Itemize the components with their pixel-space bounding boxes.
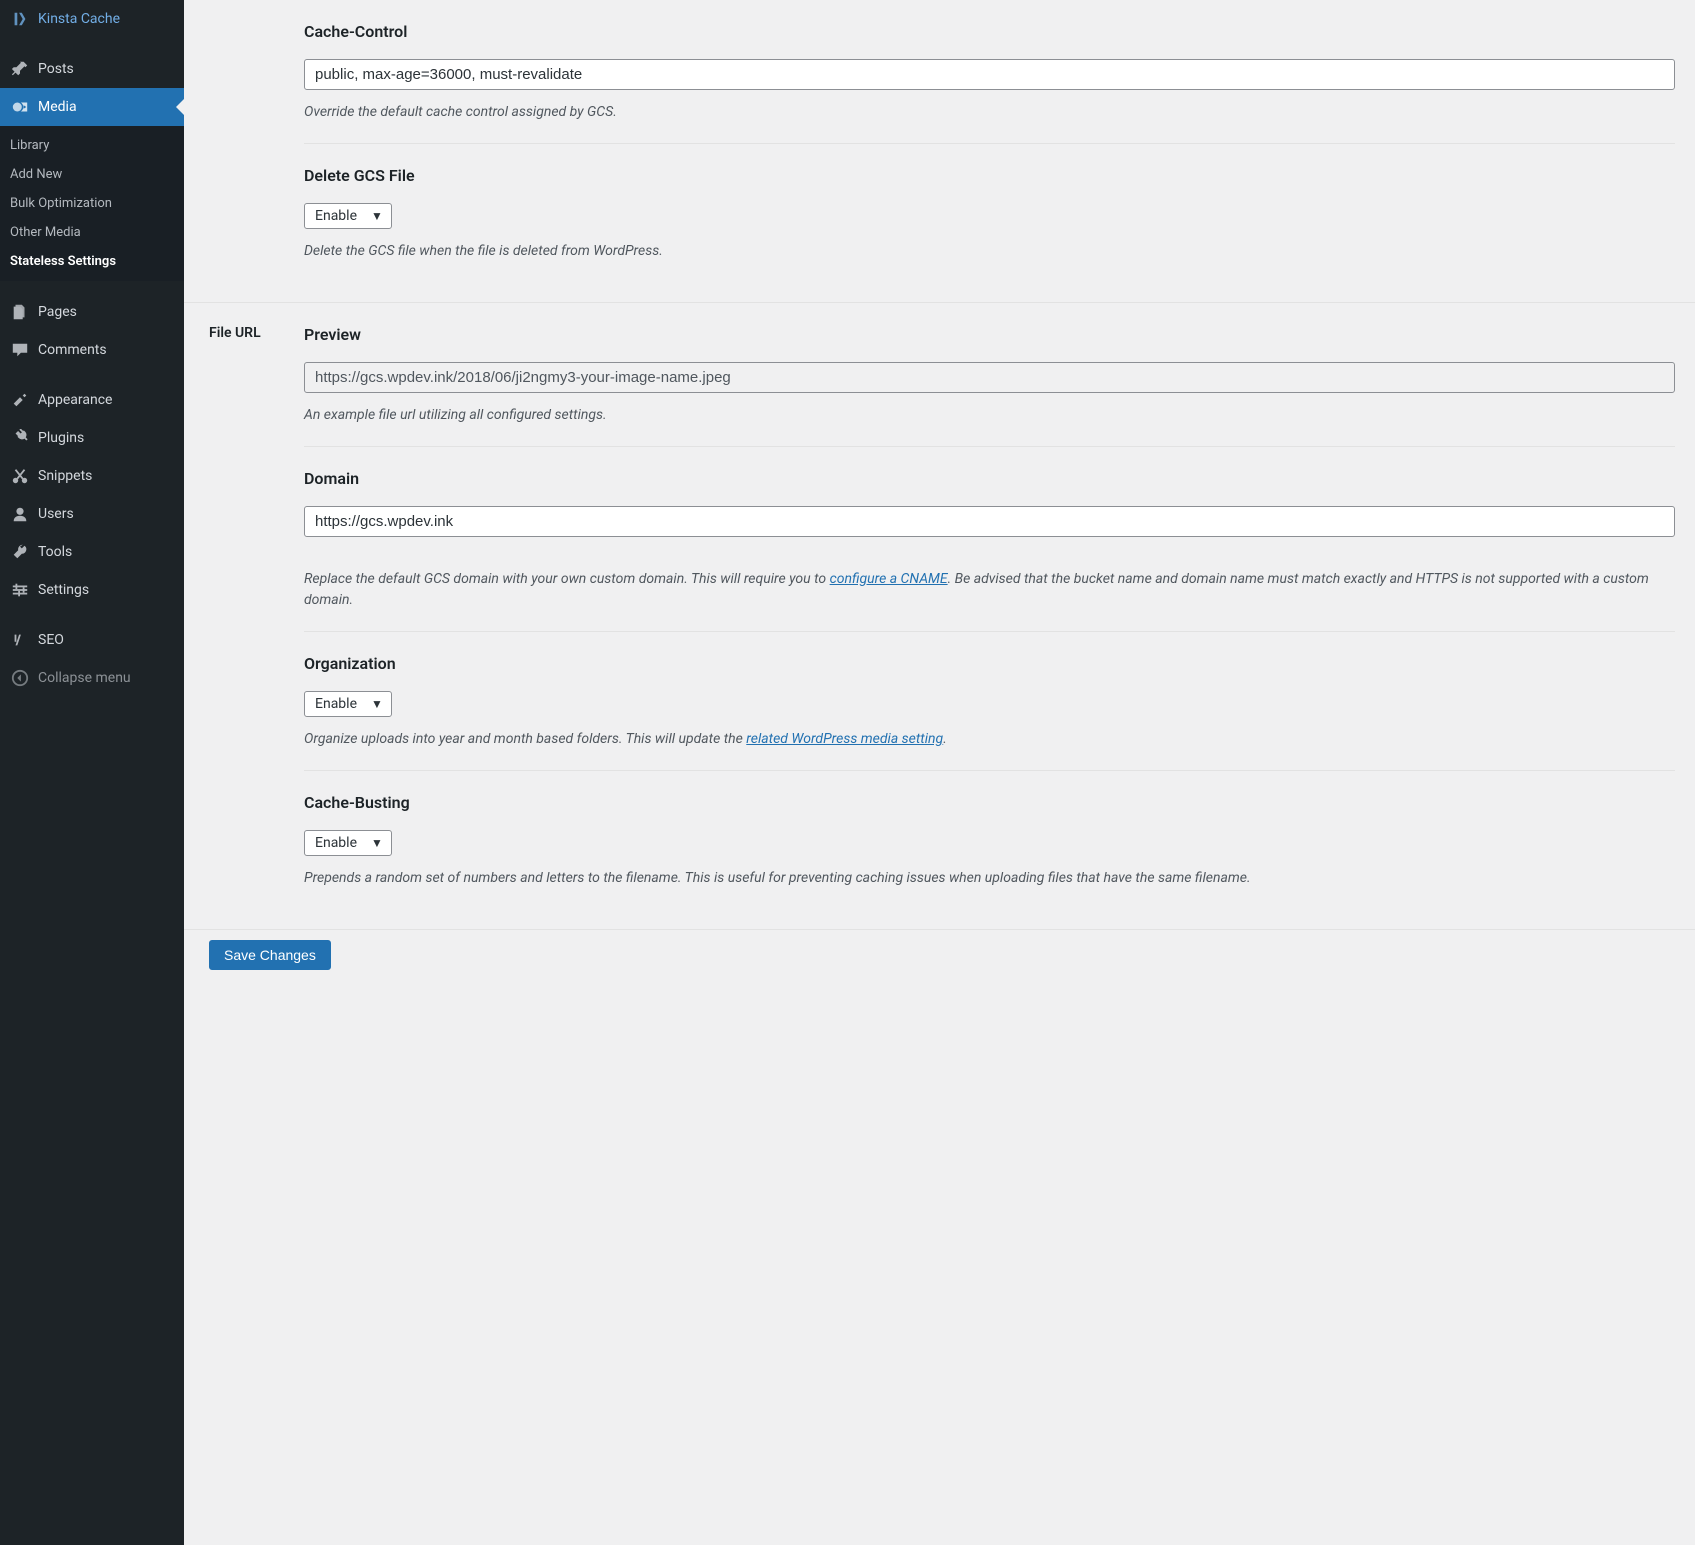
seo-icon bbox=[10, 630, 30, 650]
wp-media-setting-link[interactable]: related WordPress media setting bbox=[746, 731, 943, 747]
sidebar-item-label: Comments bbox=[38, 342, 107, 358]
submenu-item-other-media[interactable]: Other Media bbox=[0, 218, 184, 247]
collapse-icon bbox=[10, 668, 30, 688]
sidebar-item-tools[interactable]: Tools bbox=[0, 533, 184, 571]
users-icon bbox=[10, 504, 30, 524]
organization-desc: Organize uploads into year and month bas… bbox=[304, 729, 1675, 750]
tools-icon bbox=[10, 542, 30, 562]
section-divider bbox=[184, 929, 1695, 930]
section-label-file-url: File URL bbox=[209, 325, 304, 341]
domain-input[interactable] bbox=[304, 506, 1675, 537]
sidebar-item-label: Plugins bbox=[38, 430, 84, 446]
organization-header: Organization bbox=[304, 654, 1675, 673]
configure-cname-link[interactable]: configure a CNAME bbox=[830, 571, 948, 587]
sidebar-item-label: Pages bbox=[38, 304, 77, 320]
comments-icon bbox=[10, 340, 30, 360]
appearance-icon bbox=[10, 390, 30, 410]
preview-desc: An example file url utilizing all config… bbox=[304, 405, 1675, 426]
submenu-item-library[interactable]: Library bbox=[0, 131, 184, 160]
sidebar-item-settings[interactable]: Settings bbox=[0, 571, 184, 609]
select-value: Enable bbox=[315, 696, 357, 712]
sidebar-item-posts[interactable]: Posts bbox=[0, 50, 184, 88]
preview-input bbox=[304, 362, 1675, 393]
delete-gcs-select[interactable]: Enable ▼ bbox=[304, 203, 392, 229]
sidebar-item-appearance[interactable]: Appearance bbox=[0, 381, 184, 419]
media-submenu: Library Add New Bulk Optimization Other … bbox=[0, 126, 184, 281]
sidebar-item-label: SEO bbox=[38, 632, 64, 648]
chevron-down-icon: ▼ bbox=[371, 209, 383, 223]
sidebar-item-label: Media bbox=[38, 99, 77, 115]
sidebar-item-label: Users bbox=[38, 506, 74, 522]
cache-busting-select[interactable]: Enable ▼ bbox=[304, 830, 392, 856]
delete-gcs-header: Delete GCS File bbox=[304, 166, 1675, 185]
sidebar-item-snippets[interactable]: Snippets bbox=[0, 457, 184, 495]
chevron-down-icon: ▼ bbox=[371, 836, 383, 850]
sidebar-item-label: Tools bbox=[38, 544, 72, 560]
sidebar-item-users[interactable]: Users bbox=[0, 495, 184, 533]
sidebar-item-label: Appearance bbox=[38, 392, 112, 408]
sidebar-item-seo[interactable]: SEO bbox=[0, 621, 184, 659]
preview-header: Preview bbox=[304, 325, 1675, 344]
select-value: Enable bbox=[315, 835, 357, 851]
organization-select[interactable]: Enable ▼ bbox=[304, 691, 392, 717]
chevron-down-icon: ▼ bbox=[371, 697, 383, 711]
submenu-item-stateless-settings[interactable]: Stateless Settings bbox=[0, 247, 184, 276]
sidebar-item-media[interactable]: Media bbox=[0, 88, 184, 126]
sidebar-item-pages[interactable]: Pages bbox=[0, 293, 184, 331]
select-value: Enable bbox=[315, 208, 357, 224]
sidebar-item-label: Snippets bbox=[38, 468, 92, 484]
pin-icon bbox=[10, 59, 30, 79]
submenu-item-bulk-optimization[interactable]: Bulk Optimization bbox=[0, 189, 184, 218]
cache-busting-desc: Prepends a random set of numbers and let… bbox=[304, 868, 1675, 889]
delete-gcs-desc: Delete the GCS file when the file is del… bbox=[304, 241, 1675, 262]
sidebar-item-label: Collapse menu bbox=[38, 670, 131, 686]
sidebar-item-kinsta-cache[interactable]: Kinsta Cache bbox=[0, 0, 184, 38]
cache-control-input[interactable] bbox=[304, 59, 1675, 90]
sidebar-item-label: Posts bbox=[38, 61, 74, 77]
media-icon bbox=[10, 97, 30, 117]
pages-icon bbox=[10, 302, 30, 322]
submenu-item-add-new[interactable]: Add New bbox=[0, 160, 184, 189]
sidebar-item-plugins[interactable]: Plugins bbox=[0, 419, 184, 457]
main-content: Cache-Control Override the default cache… bbox=[184, 0, 1695, 1545]
cache-control-header: Cache-Control bbox=[304, 22, 1675, 41]
admin-sidebar: Kinsta Cache Posts Media Library Add New… bbox=[0, 0, 184, 1545]
domain-desc: Replace the default GCS domain with your… bbox=[304, 569, 1675, 611]
plugins-icon bbox=[10, 428, 30, 448]
cache-control-desc: Override the default cache control assig… bbox=[304, 102, 1675, 123]
settings-icon bbox=[10, 580, 30, 600]
sidebar-item-label: Kinsta Cache bbox=[38, 11, 120, 27]
sidebar-item-comments[interactable]: Comments bbox=[0, 331, 184, 369]
sidebar-item-label: Settings bbox=[38, 582, 89, 598]
snippets-icon bbox=[10, 466, 30, 486]
save-button[interactable]: Save Changes bbox=[209, 940, 331, 970]
domain-header: Domain bbox=[304, 469, 1675, 488]
kinsta-icon bbox=[10, 9, 30, 29]
sidebar-item-collapse[interactable]: Collapse menu bbox=[0, 659, 184, 697]
cache-busting-header: Cache-Busting bbox=[304, 793, 1675, 812]
